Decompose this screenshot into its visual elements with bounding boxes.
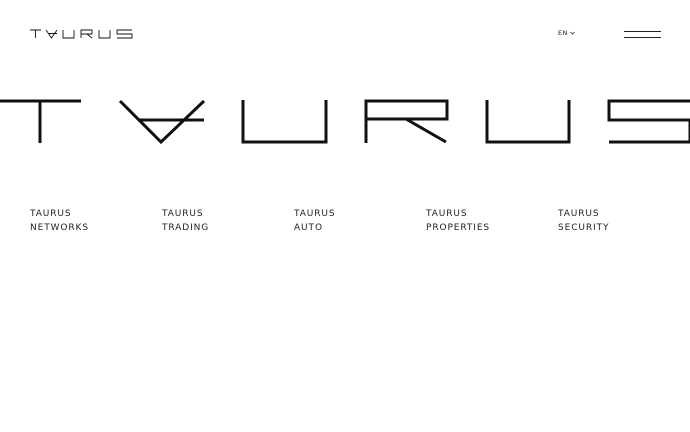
brand-link-networks[interactable]: TAURUS NETWORKS xyxy=(30,207,89,235)
brand-division: TRADING xyxy=(162,223,210,233)
page: EN TAURUS NETWORKS TAURUS TRADING TAURUS… xyxy=(0,0,690,432)
brand-division: PROPERTIES xyxy=(426,223,491,233)
brand-name: TAURUS xyxy=(294,209,336,219)
menu-line-bottom xyxy=(624,37,661,38)
brand-name: TAURUS xyxy=(30,209,72,219)
chevron-down-icon xyxy=(569,31,575,35)
brand-division: SECURITY xyxy=(558,223,610,233)
brand-link-security[interactable]: TAURUS SECURITY xyxy=(558,207,609,235)
brand-link-auto[interactable]: TAURUS AUTO xyxy=(294,207,336,235)
menu-line-top xyxy=(624,31,661,32)
brand-division: NETWORKS xyxy=(30,223,89,233)
brand-name: TAURUS xyxy=(426,209,468,219)
language-selector[interactable]: EN xyxy=(558,29,575,37)
brand-name: TAURUS xyxy=(162,209,204,219)
brand-name: TAURUS xyxy=(558,209,600,219)
language-label: EN xyxy=(558,29,568,37)
brand-link-properties[interactable]: TAURUS PROPERTIES xyxy=(426,207,490,235)
header-logo[interactable] xyxy=(30,29,133,39)
hero-logo xyxy=(0,99,690,144)
brand-link-trading[interactable]: TAURUS TRADING xyxy=(162,207,209,235)
brand-division: AUTO xyxy=(294,223,323,233)
hamburger-menu-icon[interactable] xyxy=(624,29,661,39)
